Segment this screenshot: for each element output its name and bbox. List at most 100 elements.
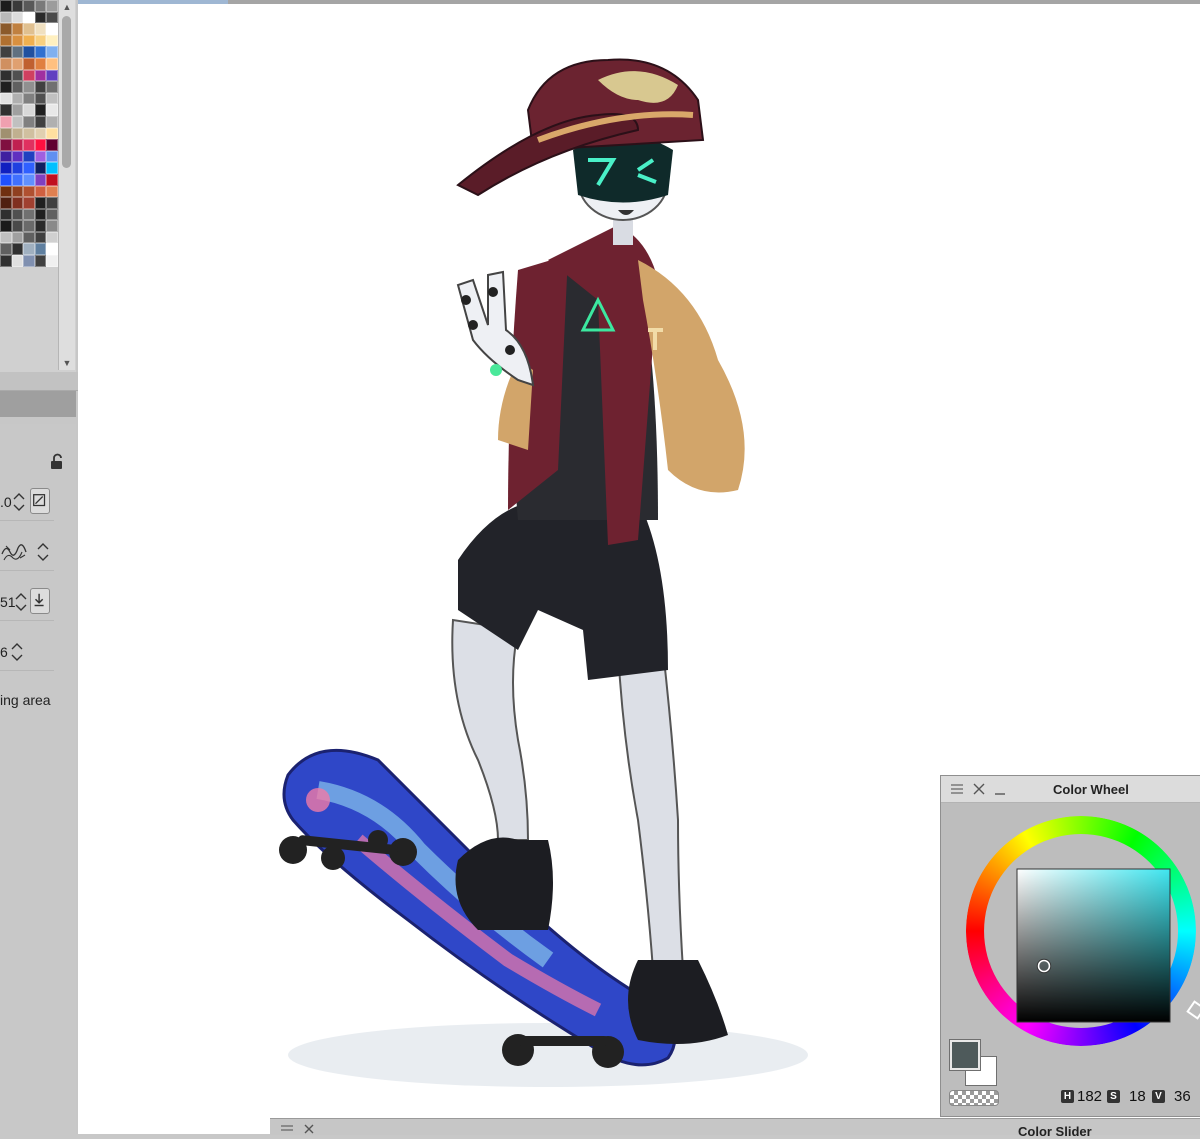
color-swatch[interactable] xyxy=(11,11,24,24)
color-swatch[interactable] xyxy=(11,231,24,244)
pressure-toggle-button[interactable] xyxy=(30,488,50,514)
color-swatch[interactable] xyxy=(34,231,47,244)
color-swatch[interactable] xyxy=(11,69,24,82)
color-swatch[interactable] xyxy=(11,115,24,128)
color-swatch[interactable] xyxy=(11,150,24,163)
color-swatch[interactable] xyxy=(11,220,24,232)
color-swatch[interactable] xyxy=(11,173,24,186)
color-swatch[interactable] xyxy=(23,173,35,186)
hue-value[interactable]: 182 xyxy=(1077,1088,1102,1105)
color-swatch[interactable] xyxy=(0,115,12,128)
color-swatch[interactable] xyxy=(0,150,12,163)
color-swatch[interactable] xyxy=(11,34,24,47)
swatch-scrollbar[interactable]: ▲ ▼ xyxy=(58,0,75,370)
color-swatch[interactable] xyxy=(46,127,58,140)
menu-icon[interactable] xyxy=(950,782,964,796)
color-swatch[interactable] xyxy=(23,69,35,82)
color-swatch[interactable] xyxy=(0,11,12,24)
color-swatch[interactable] xyxy=(46,34,58,47)
color-swatch[interactable] xyxy=(34,11,47,24)
color-swatch[interactable] xyxy=(34,115,47,128)
color-swatch[interactable] xyxy=(11,197,24,209)
color-swatch[interactable] xyxy=(34,208,47,221)
color-swatch[interactable] xyxy=(34,34,47,47)
close-icon[interactable] xyxy=(972,782,986,796)
color-swatch[interactable] xyxy=(46,208,58,221)
menu-icon[interactable] xyxy=(280,1124,294,1134)
color-swatch[interactable] xyxy=(23,23,35,35)
color-swatch[interactable] xyxy=(34,92,47,105)
color-swatch[interactable] xyxy=(23,11,35,24)
color-swatch[interactable] xyxy=(46,69,58,82)
brush-texture-icon[interactable] xyxy=(0,540,34,564)
color-swatch[interactable] xyxy=(46,162,58,174)
color-swatch[interactable] xyxy=(34,197,47,209)
close-icon[interactable] xyxy=(303,1124,315,1134)
color-swatch[interactable] xyxy=(46,150,58,163)
color-swatch[interactable] xyxy=(0,46,12,58)
color-swatch[interactable] xyxy=(11,243,24,256)
color-swatch[interactable] xyxy=(0,23,12,35)
color-swatch[interactable] xyxy=(34,104,47,116)
color-swatch[interactable] xyxy=(11,255,24,267)
color-wheel-title-bar[interactable]: Color Wheel xyxy=(941,776,1200,803)
download-button[interactable] xyxy=(30,588,50,614)
color-swatch[interactable] xyxy=(34,46,47,58)
color-swatch[interactable] xyxy=(46,139,58,151)
color-swatch[interactable] xyxy=(34,185,47,198)
color-swatch[interactable] xyxy=(11,0,24,12)
minimize-icon[interactable] xyxy=(993,782,1007,796)
color-swatch[interactable] xyxy=(11,127,24,140)
panel-divider[interactable] xyxy=(0,372,78,391)
color-swatch[interactable] xyxy=(0,173,12,186)
color-swatch[interactable] xyxy=(11,23,24,35)
color-swatch[interactable] xyxy=(46,197,58,209)
color-swatch[interactable] xyxy=(0,162,12,174)
color-swatch[interactable] xyxy=(46,185,58,198)
color-swatch[interactable] xyxy=(0,243,12,256)
transparent-color-swatch[interactable] xyxy=(949,1090,999,1106)
color-swatch[interactable] xyxy=(46,46,58,58)
spinner-icon[interactable] xyxy=(36,540,50,564)
color-swatch[interactable] xyxy=(23,243,35,256)
color-swatch[interactable] xyxy=(23,127,35,140)
color-swatch[interactable] xyxy=(34,162,47,174)
color-swatch[interactable] xyxy=(34,69,47,82)
color-swatch[interactable] xyxy=(23,231,35,244)
color-swatch[interactable] xyxy=(11,57,24,70)
color-swatch[interactable] xyxy=(23,34,35,47)
color-swatch[interactable] xyxy=(23,92,35,105)
color-swatch[interactable] xyxy=(46,81,58,93)
property-value[interactable]: 6 xyxy=(0,644,8,660)
color-swatch[interactable] xyxy=(0,220,12,232)
scroll-up-icon[interactable]: ▲ xyxy=(59,0,75,14)
color-swatch[interactable] xyxy=(34,127,47,140)
color-swatch[interactable] xyxy=(23,81,35,93)
color-swatch[interactable] xyxy=(23,104,35,116)
color-swatch[interactable] xyxy=(11,185,24,198)
color-swatch[interactable] xyxy=(0,104,12,116)
color-swatch[interactable] xyxy=(11,139,24,151)
spinner-icon[interactable] xyxy=(14,590,28,614)
color-swatch[interactable] xyxy=(0,185,12,198)
color-swatch[interactable] xyxy=(34,139,47,151)
color-swatch[interactable] xyxy=(23,139,35,151)
color-swatch[interactable] xyxy=(0,0,12,12)
spinner-icon[interactable] xyxy=(10,640,24,664)
unlock-icon[interactable] xyxy=(48,453,66,471)
color-swatch[interactable] xyxy=(46,11,58,24)
color-swatch[interactable] xyxy=(11,104,24,116)
color-swatch[interactable] xyxy=(0,139,12,151)
color-swatch[interactable] xyxy=(11,81,24,93)
color-swatch[interactable] xyxy=(23,115,35,128)
color-swatch[interactable] xyxy=(46,220,58,232)
color-swatch[interactable] xyxy=(23,255,35,267)
color-swatch[interactable] xyxy=(11,46,24,58)
color-swatch[interactable] xyxy=(46,255,58,267)
property-value[interactable]: .0 xyxy=(0,494,12,510)
color-swatch[interactable] xyxy=(46,231,58,244)
color-swatch[interactable] xyxy=(34,150,47,163)
color-swatch[interactable] xyxy=(23,220,35,232)
hue-ring[interactable] xyxy=(953,806,1200,1046)
color-swatch[interactable] xyxy=(46,104,58,116)
